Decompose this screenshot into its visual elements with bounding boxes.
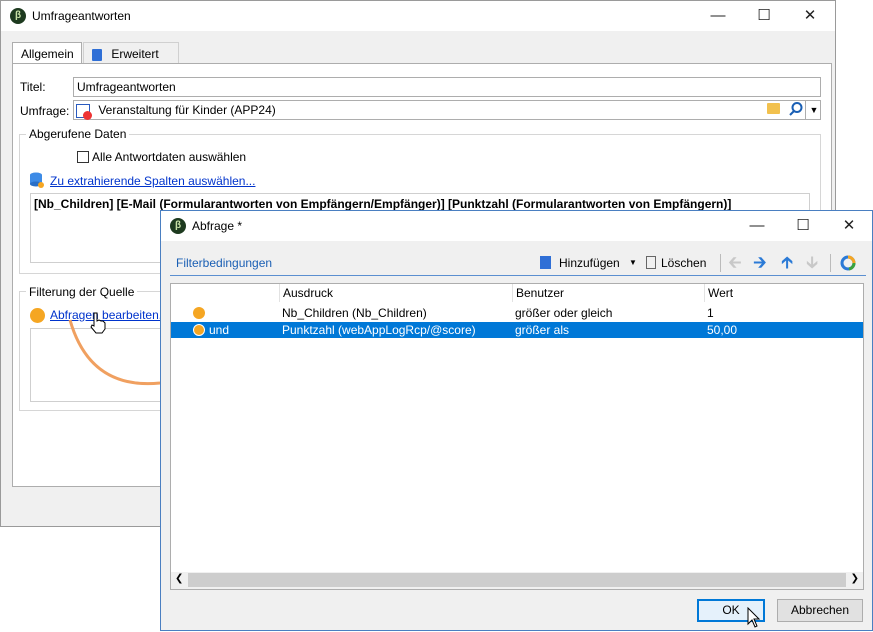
loeschen-label: Löschen — [661, 256, 707, 270]
umfrage-input[interactable]: Veranstaltung für Kinder (APP24) — [73, 100, 821, 120]
titel-input[interactable]: Umfrageantworten — [73, 77, 821, 97]
condition-edit-icon — [193, 324, 205, 336]
grid-header: Ausdruck Benutzer Wert — [171, 284, 863, 302]
horizontal-scrollbar[interactable]: ❮ ❯ — [171, 572, 863, 589]
hinzufuegen-button[interactable]: Hinzufügen ▼ — [540, 251, 638, 275]
distribution-chart-icon[interactable] — [840, 255, 856, 271]
scroll-left-icon[interactable]: ❮ — [175, 573, 183, 584]
umfrage-label: Umfrage: — [20, 104, 70, 118]
abbrechen-button[interactable]: Abbrechen — [777, 599, 863, 622]
chevron-down-icon: ▼ — [629, 258, 637, 267]
add-icon — [540, 256, 551, 269]
query-titlebar: β Abfrage * — ☐ ✕ — [161, 211, 872, 241]
main-titlebar: β Umfrageantworten — ☐ ✕ — [1, 1, 835, 31]
query-toolbar: Filterbedingungen Hinzufügen ▼ Löschen 🡰… — [170, 251, 866, 276]
query-maximize-button[interactable]: ☐ — [780, 211, 826, 241]
titel-label: Titel: — [20, 80, 46, 94]
abgerufene-daten-title: Abgerufene Daten — [26, 127, 130, 141]
dialog-app-icon: β — [170, 218, 186, 234]
chevron-down-icon[interactable]: ▼ — [805, 101, 822, 119]
umfrage-value: Veranstaltung für Kinder (APP24) — [98, 103, 276, 117]
column-header-benutzer[interactable]: Benutzer — [512, 284, 564, 302]
loeschen-button[interactable]: Löschen — [644, 251, 714, 275]
row-operator: größer oder gleich — [515, 306, 613, 320]
alle-antwortdaten-checkbox[interactable] — [77, 151, 89, 163]
clipboard-icon — [92, 48, 102, 61]
close-button[interactable]: ✕ — [787, 1, 833, 31]
survey-icon — [76, 103, 92, 120]
tab-erweitert-label: Erweitert — [111, 47, 159, 61]
search-icon[interactable] — [788, 101, 804, 117]
pointer-cursor-icon — [747, 606, 761, 632]
query-title: Abfrage * — [192, 219, 243, 233]
window-title: Umfrageantworten — [32, 9, 131, 23]
trash-icon — [646, 256, 656, 269]
toolbar-separator — [830, 254, 831, 272]
row-expression: Punktzahl (webAppLogRcp/@score) — [282, 323, 476, 337]
row-prefix: und — [209, 323, 230, 337]
arrow-right-icon[interactable]: 🡲 — [753, 251, 767, 275]
app-icon: β — [10, 8, 26, 24]
conditions-grid: Ausdruck Benutzer Wert Nb_Children (Nb_C… — [170, 283, 864, 590]
row-value: 50,00 — [707, 323, 738, 337]
alle-antwortdaten-label[interactable]: Alle Antwortdaten auswählen — [92, 150, 246, 164]
toolbar-separator — [720, 254, 721, 272]
arrow-left-icon[interactable]: 🡰 — [728, 251, 742, 275]
tab-erweitert[interactable]: Erweitert — [83, 42, 179, 64]
folder-icon[interactable] — [767, 103, 780, 114]
column-header-wert[interactable]: Wert — [704, 284, 733, 302]
table-row[interactable]: Nb_Children (Nb_Children) größer oder gl… — [171, 305, 863, 321]
scroll-right-icon[interactable]: ❯ — [851, 573, 859, 584]
arrow-up-icon[interactable]: 🡱 — [781, 251, 793, 275]
query-close-button[interactable]: ✕ — [826, 211, 872, 241]
database-icon — [30, 172, 44, 188]
filterbedingungen-label: Filterbedingungen — [176, 256, 273, 270]
row-operator: größer als — [515, 323, 570, 337]
arrow-down-icon[interactable]: 🡳 — [806, 251, 818, 275]
query-dialog: β Abfrage * — ☐ ✕ Filterbedingungen Hinz… — [160, 210, 873, 631]
query-minimize-button[interactable]: — — [734, 211, 780, 241]
filterung-title: Filterung der Quelle — [26, 285, 138, 299]
table-row[interactable]: und Punktzahl (webAppLogRcp/@score) größ… — [171, 322, 863, 338]
spalten-auswaehlen-link[interactable]: Zu extrahierende Spalten auswählen... — [50, 174, 255, 188]
minimize-button[interactable]: — — [695, 1, 741, 31]
condition-icon — [193, 307, 205, 319]
hinzufuegen-label: Hinzufügen — [559, 256, 620, 270]
row-expression: Nb_Children (Nb_Children) — [282, 306, 427, 320]
filter-status-icon — [30, 308, 45, 323]
maximize-button[interactable]: ☐ — [741, 1, 787, 31]
scrollbar-thumb[interactable] — [188, 573, 846, 587]
row-value: 1 — [707, 306, 714, 320]
column-header-ausdruck[interactable]: Ausdruck — [279, 284, 333, 302]
tab-allgemein-label: Allgemein — [21, 47, 74, 61]
tab-allgemein[interactable]: Allgemein — [12, 42, 82, 64]
